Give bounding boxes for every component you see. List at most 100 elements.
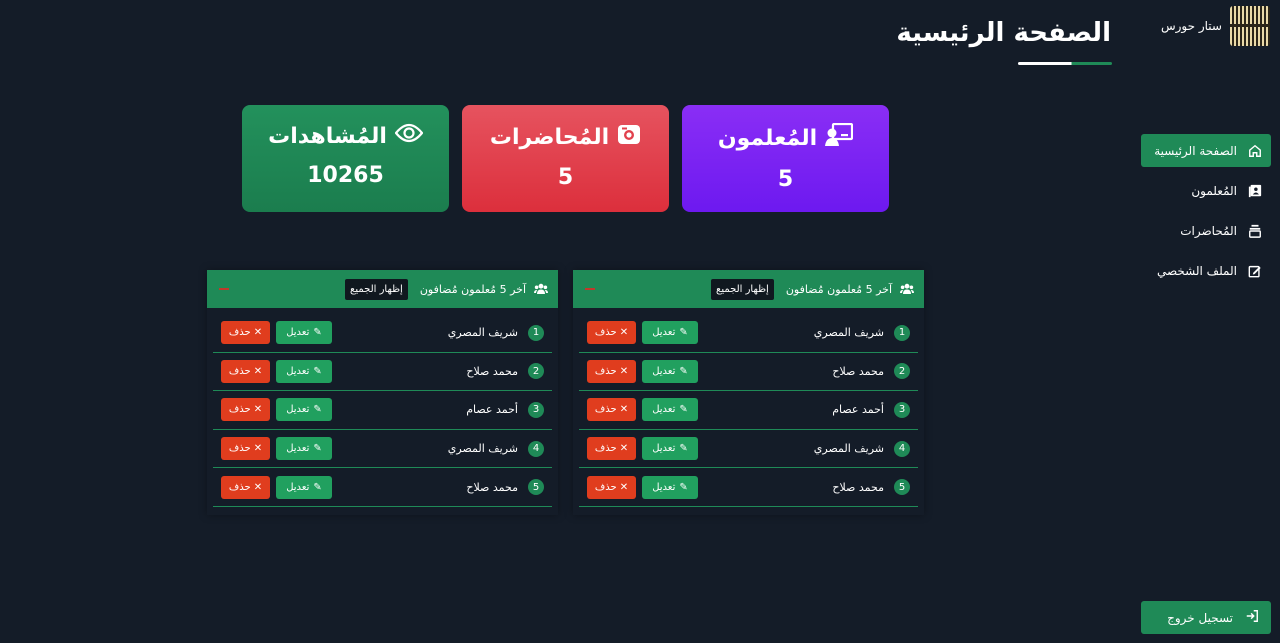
camera-icon	[617, 123, 641, 151]
table-row: 4 شريف المصري ✎ تعديل ✕ حذف	[213, 430, 552, 469]
row-number: 3	[528, 401, 544, 418]
edit-label: تعديل	[652, 404, 676, 416]
close-icon: ✕	[619, 404, 629, 416]
delete-button[interactable]: ✕ حذف	[587, 475, 636, 499]
table-row: 2 محمد صلاح ✎ تعديل ✕ حذف	[213, 353, 552, 392]
delete-button[interactable]: ✕ حذف	[221, 475, 270, 499]
delete-label: حذف	[594, 365, 617, 377]
panel-header: آخر 5 مُعلمون مُضافون إظهار الجميع	[573, 270, 924, 308]
teacher-name: شريف المصري	[813, 442, 884, 456]
table-row: 3 أحمد عصام ✎ تعديل ✕ حذف	[579, 391, 918, 430]
edit-icon: ✎	[313, 327, 322, 339]
delete-label: حذف	[228, 365, 251, 377]
stat-label: المُعلمون	[717, 125, 818, 151]
table-row: 3 أحمد عصام ✎ تعديل ✕ حذف	[213, 391, 552, 430]
table-row: 1 شريف المصري ✎ تعديل ✕ حذف	[213, 314, 552, 353]
sidebar-item-label: الصفحة الرئيسية	[1154, 143, 1237, 158]
show-all-button[interactable]: إظهار الجميع	[345, 278, 408, 300]
edit-button[interactable]: ✎ تعديل	[276, 398, 332, 422]
delete-button[interactable]: ✕ حذف	[587, 437, 636, 461]
close-icon: ✕	[253, 443, 263, 455]
edit-button[interactable]: ✎ تعديل	[276, 475, 332, 499]
page-title: الصفحة الرئيسية	[896, 18, 1111, 48]
row-number: 4	[894, 440, 910, 457]
delete-label: حذف	[228, 443, 251, 455]
sidebar-item-profile[interactable]: الملف الشخصي	[1141, 254, 1271, 287]
delete-button[interactable]: ✕ حذف	[221, 398, 270, 422]
close-icon: ✕	[619, 327, 629, 339]
delete-button[interactable]: ✕ حذف	[587, 359, 636, 383]
delete-button[interactable]: ✕ حذف	[221, 321, 270, 345]
collapse-indicator[interactable]	[585, 288, 595, 290]
close-icon: ✕	[253, 481, 263, 493]
row-number: 1	[528, 324, 544, 341]
edit-label: تعديل	[652, 481, 676, 493]
stat-value: 10265	[307, 163, 384, 188]
delete-button[interactable]: ✕ حذف	[221, 437, 270, 461]
stat-label: المُشاهدات	[268, 123, 387, 149]
edit-button[interactable]: ✎ تعديل	[642, 437, 698, 461]
delete-button[interactable]: ✕ حذف	[587, 398, 636, 422]
row-number: 3	[894, 401, 910, 418]
table-row: 5 محمد صلاح ✎ تعديل ✕ حذف	[213, 468, 552, 507]
edit-icon: ✎	[313, 365, 322, 377]
logout-label: تسجيل خروج	[1167, 610, 1233, 625]
teacher-name: أحمد عصام	[832, 403, 884, 417]
edit-label: تعديل	[652, 365, 676, 377]
logout-icon	[1245, 609, 1259, 626]
panel-title: آخر 5 مُعلمون مُضافون	[785, 282, 892, 296]
delete-label: حذف	[228, 327, 251, 339]
edit-icon: ✎	[679, 481, 688, 493]
teacher-name: محمد صلاح	[832, 480, 884, 494]
edit-button[interactable]: ✎ تعديل	[276, 437, 332, 461]
collapse-indicator[interactable]	[219, 288, 229, 290]
teacher-list: 1 شريف المصري ✎ تعديل ✕ حذف 2 محمد صلاح ✎ ت…	[573, 308, 924, 507]
sidebar: ستار حورس الصفحة الرئيسية المُعلمون المُ…	[1134, 0, 1280, 643]
row-number: 2	[528, 363, 544, 380]
edit-icon: ✎	[679, 404, 688, 416]
edit-button[interactable]: ✎ تعديل	[642, 475, 698, 499]
logout-button[interactable]: تسجيل خروج	[1141, 601, 1271, 634]
edit-label: تعديل	[286, 481, 310, 493]
teacher-board-icon	[825, 122, 854, 153]
edit-label: تعديل	[652, 443, 676, 455]
edit-button[interactable]: ✎ تعديل	[276, 321, 332, 345]
table-row: 2 محمد صلاح ✎ تعديل ✕ حذف	[579, 353, 918, 392]
teacher-name: شريف المصري	[447, 326, 518, 340]
edit-button[interactable]: ✎ تعديل	[642, 359, 698, 383]
edit-label: تعديل	[286, 443, 310, 455]
show-all-button[interactable]: إظهار الجميع	[711, 278, 774, 300]
edit-button[interactable]: ✎ تعديل	[642, 321, 698, 345]
edit-button[interactable]: ✎ تعديل	[642, 398, 698, 422]
brand-logo	[1230, 6, 1270, 46]
brand[interactable]: ستار حورس	[1161, 6, 1270, 46]
edit-profile-icon	[1247, 263, 1263, 279]
teacher-name: محمد صلاح	[832, 364, 884, 378]
teacher-name: أحمد عصام	[466, 403, 518, 417]
close-icon: ✕	[619, 481, 629, 493]
sidebar-item-home[interactable]: الصفحة الرئيسية	[1141, 134, 1271, 167]
brand-name: ستار حورس	[1160, 19, 1222, 33]
stat-card-lectures[interactable]: المُحاضرات 5	[462, 105, 669, 212]
row-number: 4	[528, 440, 544, 457]
sidebar-item-teachers[interactable]: المُعلمون	[1141, 174, 1271, 207]
panel-title: آخر 5 مُعلمون مُضافون	[419, 282, 526, 296]
edit-button[interactable]: ✎ تعديل	[276, 359, 332, 383]
delete-button[interactable]: ✕ حذف	[587, 321, 636, 345]
edit-icon: ✎	[679, 365, 688, 377]
users-icon	[900, 283, 914, 295]
stat-card-teachers[interactable]: المُعلمون 5	[682, 105, 889, 212]
close-icon: ✕	[253, 365, 263, 377]
edit-icon: ✎	[679, 327, 688, 339]
users-icon	[534, 283, 548, 295]
delete-button[interactable]: ✕ حذف	[221, 359, 270, 383]
teacher-list: 1 شريف المصري ✎ تعديل ✕ حذف 2 محمد صلاح ✎ ت…	[207, 308, 558, 507]
stat-value: 5	[557, 165, 574, 190]
stat-card-views[interactable]: المُشاهدات 10265	[242, 105, 449, 212]
sidebar-item-lectures[interactable]: المُحاضرات	[1141, 214, 1271, 247]
edit-icon: ✎	[313, 443, 322, 455]
row-number: 5	[528, 479, 544, 496]
stat-label: المُحاضرات	[489, 124, 610, 150]
delete-label: حذف	[228, 404, 251, 416]
recent-teachers-panel-right: آخر 5 مُعلمون مُضافون إظهار الجميع 1 شري…	[573, 270, 924, 515]
